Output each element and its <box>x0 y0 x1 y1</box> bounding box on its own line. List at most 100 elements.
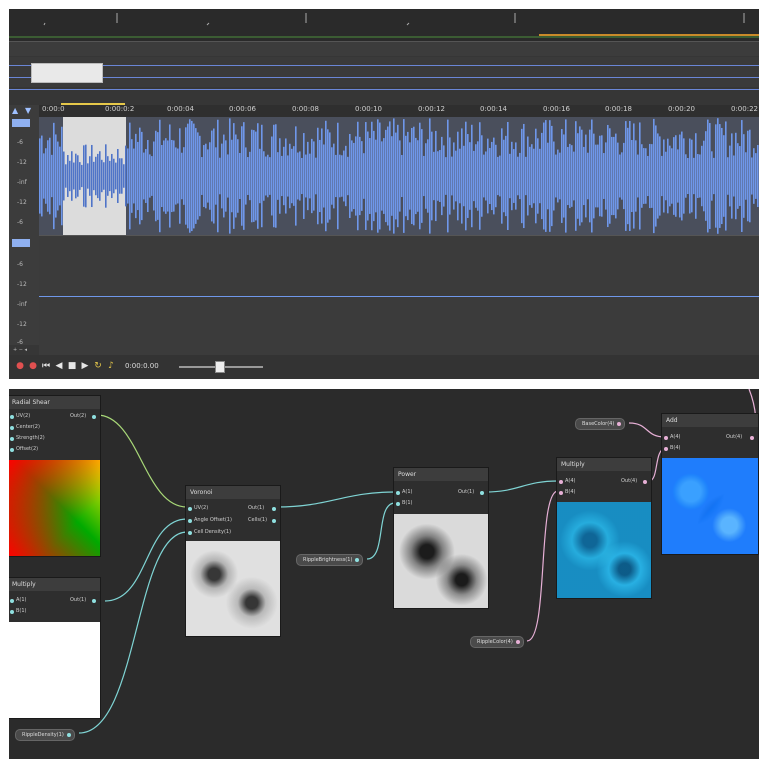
waveform-sample <box>643 148 645 204</box>
input-port[interactable] <box>396 491 400 495</box>
input-port[interactable] <box>559 491 563 495</box>
waveform-sample <box>563 134 565 218</box>
waveform-sample <box>451 156 453 196</box>
waveform-sample <box>215 147 217 205</box>
input-port[interactable] <box>10 415 14 419</box>
input-port[interactable] <box>664 447 668 451</box>
stop-icon[interactable]: ■ <box>67 361 77 371</box>
waveform-sample <box>755 153 757 199</box>
waveform-sample <box>97 153 99 199</box>
waveform-sample <box>569 143 571 209</box>
output-port[interactable] <box>515 640 520 644</box>
node-voronoi[interactable]: Voronoi UV(2) Angle Offset(1) Cell Densi… <box>185 485 281 637</box>
property-base-color[interactable]: BaseColor(4) <box>575 418 626 430</box>
property-ripple-brightness[interactable]: RippleBrightness(1) <box>296 554 364 566</box>
output-port[interactable] <box>480 491 484 495</box>
input-port[interactable] <box>664 436 668 440</box>
waveform-sample <box>381 141 383 211</box>
node-power[interactable]: Power A(1) B(1) Out(1) <box>393 467 489 609</box>
waveform-sample <box>479 122 481 230</box>
output-port[interactable] <box>643 480 647 484</box>
property-ripple-color[interactable]: RippleColor(4) <box>470 636 524 648</box>
waveform-sample <box>333 143 335 209</box>
track-toggle-bottom[interactable] <box>12 239 30 247</box>
loop-icon[interactable]: ↻ <box>93 361 103 371</box>
zoom-window-handle[interactable] <box>31 63 103 83</box>
waveform-sample <box>435 130 437 222</box>
waveform-sample <box>235 134 237 218</box>
output-port[interactable] <box>750 436 754 440</box>
waveform-sample <box>167 140 169 212</box>
output-port[interactable] <box>92 415 96 419</box>
input-port[interactable] <box>188 531 192 535</box>
output-port[interactable] <box>92 599 96 603</box>
property-ripple-density[interactable]: RippleDensity(1) <box>15 729 75 741</box>
node-multiply-left[interactable]: Multiply A(1) B(1) Out(1) <box>9 577 101 719</box>
waveform-sample <box>485 151 487 201</box>
input-port[interactable] <box>188 519 192 523</box>
output-port[interactable] <box>617 422 622 426</box>
output-port[interactable] <box>355 558 360 562</box>
waveform-sample <box>311 138 313 214</box>
waveform-sample <box>597 144 599 208</box>
output-port[interactable] <box>66 733 71 737</box>
waveform-sample <box>109 160 111 192</box>
waveform-sample <box>737 143 739 209</box>
input-port[interactable] <box>10 426 14 430</box>
waveform-sample <box>241 126 243 226</box>
envelope-track[interactable] <box>39 235 759 356</box>
input-port[interactable] <box>10 599 14 603</box>
shader-graph-canvas[interactable]: Radial Shear UV(2) Center(2) Strength(2)… <box>9 389 759 759</box>
waveform-sample <box>335 154 337 198</box>
volume-slider-thumb[interactable] <box>215 361 225 373</box>
timeline-overview[interactable] <box>9 9 759 42</box>
waveform-sample <box>465 121 467 231</box>
waveform-sample <box>121 158 123 194</box>
play-icon[interactable]: ▶ <box>80 361 90 371</box>
port-label: Out(1) <box>70 597 87 603</box>
rewind-icon[interactable]: ◀ <box>54 361 64 371</box>
input-port[interactable] <box>559 480 563 484</box>
port-label: UV(2) <box>16 413 31 419</box>
record-loop-icon[interactable]: ● <box>15 361 25 371</box>
node-multiply-right[interactable]: Multiply A(4) B(4) Out(4) <box>556 457 652 599</box>
track-toggle-top[interactable] <box>12 119 30 127</box>
add-preview <box>662 458 758 554</box>
input-port[interactable] <box>188 507 192 511</box>
port-label: Out(1) <box>248 505 265 511</box>
waveform-sample <box>227 154 229 198</box>
waveform-sample <box>567 146 569 206</box>
output-port[interactable] <box>272 519 276 523</box>
db-label: -12 <box>17 199 27 206</box>
waveform-sample <box>449 137 451 215</box>
node-radial-shear[interactable]: Radial Shear UV(2) Center(2) Strength(2)… <box>9 395 101 557</box>
waveform-track[interactable] <box>39 117 759 235</box>
output-port[interactable] <box>272 507 276 511</box>
waveform-sample <box>453 142 455 210</box>
zoom-controls[interactable]: + − ◂ <box>13 347 43 353</box>
waveform-sample <box>647 155 649 197</box>
waveform-sample <box>341 155 343 197</box>
waveform-sample <box>473 150 475 202</box>
record-icon[interactable]: ● <box>28 361 38 371</box>
cursor-icon[interactable]: ▲ <box>12 107 20 115</box>
skip-start-icon[interactable]: ⏮ <box>41 361 51 371</box>
waveform-sample <box>425 143 427 209</box>
waveform-sample <box>727 157 729 195</box>
waveform-sample <box>185 127 187 225</box>
input-port[interactable] <box>10 448 14 452</box>
metronome-icon[interactable]: ♪ <box>106 361 116 371</box>
waveform-sample <box>599 135 601 217</box>
input-port[interactable] <box>396 502 400 506</box>
waveform-sample <box>731 133 733 219</box>
input-port[interactable] <box>10 610 14 614</box>
input-port[interactable] <box>10 437 14 441</box>
waveform-sample <box>63 151 65 201</box>
waveform-sample <box>79 162 81 190</box>
zoom-navigator[interactable] <box>9 57 759 87</box>
waveform-sample <box>505 135 507 217</box>
node-add[interactable]: Add A(4) B(4) Out(4) <box>661 413 759 555</box>
pin-icon[interactable]: ▼ <box>25 107 33 115</box>
waveform-sample <box>573 151 575 201</box>
envelope-line[interactable] <box>39 296 759 297</box>
